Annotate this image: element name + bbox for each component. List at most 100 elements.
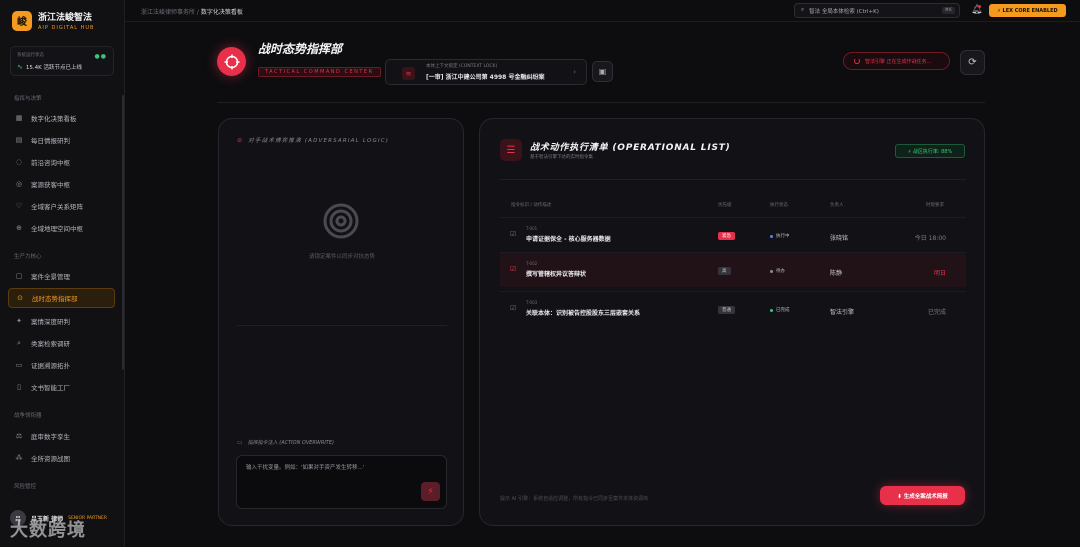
folder-icon: ▣ [598, 67, 607, 76]
checkbox-icon[interactable]: ☑ [510, 304, 516, 312]
sidebar-item-label: 每日情报研判 [31, 137, 70, 145]
sidebar-item-trial-twin[interactable]: ⚖ 庭审数字孪生 [8, 426, 115, 446]
execution-rate-badge: ⚡ 战区执行率: 88% [895, 144, 965, 158]
status-indicator: 待办 [770, 268, 785, 274]
column-header-task: 指令标识 / 动作描述 [511, 203, 552, 208]
status-dot [770, 234, 773, 238]
nav-section-command: 指挥与决策 [14, 96, 42, 102]
column-header-status: 执行状态 [770, 203, 788, 208]
topbar: 浙江法峻律师事务所 / 数字化决策看板 ⌕ 智法 全局本体检索 (Ctrl+K)… [125, 0, 1080, 22]
header-divider [217, 102, 985, 103]
task-name: 关联本体：识别被告控股股东三层嵌套关系 [526, 310, 641, 317]
brand-title: 浙江法峻智法 [38, 13, 93, 23]
watermark-logo: 大数跨境 [10, 520, 86, 541]
status-label: 系统运行状态 [17, 53, 44, 58]
task-id: T-002 [526, 261, 538, 266]
open-folder-button[interactable]: ▣ [592, 61, 613, 82]
table-row[interactable]: ☑ T-003 关联本体：识别被告控股股东三层嵌套关系 普通 已完成 智法引擎 … [500, 291, 966, 326]
sidebar-item-war-room[interactable]: ⊙ 战时态势指挥部 [8, 288, 115, 308]
sidebar-item-label: 全所资源战图 [31, 455, 70, 463]
sidebar-item-decision-board[interactable]: ▦ 数字化决策看板 [8, 108, 115, 128]
override-heading-text: 指挥指令注入 (ACTION OVERWRITE) [247, 440, 334, 446]
operational-title: 战术动作执行清单 (OPERATIONAL LIST) [530, 143, 731, 153]
spark-icon: ✦ [16, 317, 22, 325]
override-placeholder: 输入干扰变量。例如：'如果对手资产发生转移...' [246, 465, 365, 471]
status-text: 已完成 [776, 308, 790, 313]
status-dot [770, 269, 773, 273]
table-row[interactable]: ☑ T-002 撰写管辖权异议答辩状 高 待办 陈静 明日 [500, 252, 966, 287]
refresh-button[interactable]: ⟳ [960, 50, 985, 75]
pulse-icon: ∿ [17, 63, 23, 71]
task-owner: 智法引擎 [830, 309, 855, 316]
table-row[interactable]: ☑ T-001 申请证据保全 - 核心服务器数据 紧急 执行中 张晓铭 今日 1… [500, 217, 966, 252]
adversarial-heading-text: 对手战术博弈推演 (ADVERSARIAL LOGIC) [248, 138, 390, 144]
brand-logo: 峻 [12, 10, 32, 31]
nav-section-productivity: 生产力核心 [14, 254, 42, 260]
adversarial-heading: ⊘ 对手战术博弈推演 (ADVERSARIAL LOGIC) [237, 136, 390, 145]
sidebar-item-case-analysis[interactable]: ✦ 案情深度研判 [8, 311, 115, 331]
sidebar-item-document-factory[interactable]: ▯ 文书智能工厂 [8, 377, 115, 397]
layers-icon: ≋ [402, 67, 415, 80]
sidebar-item-case-acquisition[interactable]: ◎ 案源获客中枢 [8, 174, 115, 194]
lightning-icon: ⚡ [427, 486, 434, 497]
sidebar-item-similar-cases[interactable]: ⌕ 类案检索调研 [8, 333, 115, 353]
page-title: 战时态势指挥部 [258, 42, 343, 56]
sidebar-item-evidence-topology[interactable]: ▭ 证据溯源拓扑 [8, 355, 115, 375]
sidebar-item-label: 案情深度研判 [31, 318, 70, 326]
nav-section-war: 战争领衔器 [14, 413, 42, 419]
sidebar-scrollbar[interactable] [122, 95, 124, 370]
breadcrumb-current: 数字化决策看板 [200, 9, 243, 16]
task-id: T-003 [526, 300, 538, 305]
sidebar-item-geo-hub[interactable]: ⊕ 全域地理空间中枢 [8, 218, 115, 238]
sidebar-item-label: 案件全景管理 [31, 273, 70, 281]
adversarial-logic-panel: ⊘ 对手战术博弈推演 (ADVERSARIAL LOGIC) 请锁定案件以同步对… [218, 118, 464, 526]
breadcrumb-root[interactable]: 浙江法峻律师事务所 / [141, 9, 199, 16]
operational-subtitle: 基于智法引擎下达的实时指令集 [530, 155, 593, 160]
message-icon: ▭ [237, 439, 243, 446]
refresh-icon: ⟳ [968, 57, 977, 68]
shortcut-badge: ⌘K [941, 7, 955, 14]
heart-icon: ♡ [15, 202, 23, 210]
news-icon: ▤ [15, 136, 23, 144]
checklist-icon: ☰ [500, 139, 522, 161]
column-header-priority: 优先级 [718, 203, 732, 208]
override-textarea[interactable]: 输入干扰变量。例如：'如果对手资产发生转移...' [236, 455, 447, 509]
sidebar: 峻 浙江法峻智法 AIP DIGITAL HUB 系统运行状态 ●● ∿ 15.… [0, 0, 125, 547]
generate-briefing-button[interactable]: ⬇ 生成全案战术简报 [880, 486, 965, 505]
status-dots-icon: ●● [94, 53, 107, 60]
chevron-right-icon: › [573, 68, 576, 76]
search-icon: ⌕ [17, 338, 21, 347]
file-icon: ▯ [17, 383, 21, 391]
global-search-input[interactable]: ⌕ 智法 全局本体检索 (Ctrl+K) ⌘K [794, 3, 960, 18]
sidebar-item-label: 庭审数字孪生 [31, 433, 70, 441]
sidebar-item-client-matrix[interactable]: ♡ 全域客户关系矩阵 [8, 196, 115, 216]
sidebar-item-resource-map[interactable]: ⁂ 全所资源战图 [8, 448, 115, 468]
context-lock-selector[interactable]: ≋ 本体上下文锁定 (CONTEXT LOCK) [一审] 浙江中建公司第 49… [385, 59, 587, 85]
priority-badge: 高 [718, 267, 731, 275]
column-header-owner: 负责人 [830, 203, 844, 208]
checkbox-icon[interactable]: ☑ [510, 265, 516, 273]
sidebar-item-label: 全域地理空间中枢 [31, 225, 83, 233]
target-icon: ◎ [15, 180, 23, 188]
sidebar-item-daily-intel[interactable]: ▤ 每日情报研判 [8, 130, 115, 150]
nav-section-risk: 风险管控 [14, 484, 37, 490]
lex-core-badge[interactable]: ⚡ LEX CORE ENABLED [989, 4, 1066, 17]
alert-circle-icon: ⊘ [237, 136, 244, 144]
checkbox-icon[interactable]: ☑ [510, 230, 516, 238]
task-name: 撰写管辖权异议答辩状 [526, 271, 587, 278]
priority-badge: 普通 [718, 306, 735, 314]
column-header-deadline: 时限要求 [926, 203, 944, 208]
inject-command-button[interactable]: ⚡ [421, 482, 440, 501]
doc-icon: ▭ [15, 361, 23, 369]
sidebar-item-case-management[interactable]: ▢ 案件全景管理 [8, 266, 115, 286]
sidebar-item-consulting[interactable]: ◌ 前沿咨询中枢 [8, 152, 115, 172]
sidebar-item-label: 战时态势指挥部 [32, 295, 78, 303]
clipboard-icon: ▢ [15, 272, 23, 280]
override-heading: ▭ 指挥指令注入 (ACTION OVERWRITE) [237, 439, 334, 446]
status-indicator: 已完成 [770, 307, 790, 313]
sidebar-item-label: 全域客户关系矩阵 [31, 203, 83, 211]
context-label: 本体上下文锁定 (CONTEXT LOCK) [426, 64, 498, 69]
brand[interactable]: 峻 浙江法峻智法 AIP DIGITAL HUB [12, 10, 94, 31]
sidebar-item-label: 文书智能工厂 [31, 384, 70, 392]
target-icon [323, 203, 359, 239]
